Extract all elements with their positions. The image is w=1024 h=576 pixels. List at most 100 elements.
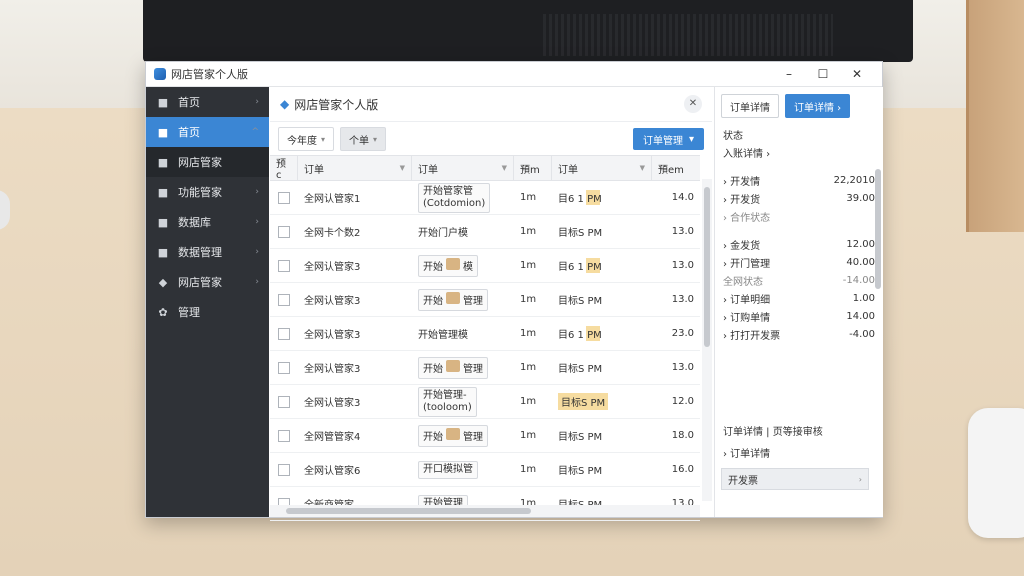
row-qty: 1m: [520, 362, 537, 373]
column-header[interactable]: 預m: [514, 156, 552, 180]
sort-icon: ▼: [399, 164, 405, 172]
row-checkbox[interactable]: [278, 327, 290, 340]
column-header[interactable]: 订单 ▼: [298, 156, 412, 180]
table-row[interactable]: 全网认管家3 开始模 1m 目6 1 PM 13.0: [270, 249, 700, 283]
row-amount: 13.0: [671, 294, 694, 305]
detail-row[interactable]: › 打打开发票 -4.00: [715, 325, 883, 343]
row-name: 全网认管家3: [304, 364, 361, 375]
column-header[interactable]: 订单 ▼: [412, 156, 514, 180]
table-row[interactable]: 全网认管家1 开始管家管 (Cotdomion) 1m 目6 1 PM 14.0: [270, 181, 700, 215]
order-management-button[interactable]: 订单管理 ▾: [632, 128, 704, 150]
detail-label: › 开发货: [723, 194, 761, 206]
sidebar-subitem-shop-manager[interactable]: ■ 网店管家: [146, 147, 269, 177]
row-select-cell: [270, 351, 298, 384]
invoice-dropdown[interactable]: 开发票 ›: [721, 468, 869, 490]
detail-row[interactable]: › 开发货 39.00: [715, 189, 883, 207]
table-header: 预c 订单 ▼ 订单 ▼ 預m 订单 ▼ 預em: [270, 155, 700, 181]
scrollbar-thumb[interactable]: [704, 187, 710, 347]
detail-row[interactable]: › 金发货 12.00: [715, 235, 883, 253]
item-text: 开口模拟管: [418, 460, 478, 479]
detail-value: 1.00: [852, 292, 875, 304]
app-logo-icon: [154, 68, 166, 80]
maximize-button[interactable]: ☐: [806, 67, 840, 81]
scrollbar-thumb[interactable]: [286, 508, 531, 514]
details-panel: 订单详情 订单详情 › 状态 入账详情 › › 开发情 22,2010 › 开发货 3…: [714, 87, 883, 517]
row-checkbox[interactable]: [278, 259, 290, 272]
search-icon: ■: [157, 215, 169, 229]
column-header[interactable]: 订单 ▼: [552, 156, 652, 180]
panel-summary-link[interactable]: › 订单详情: [715, 443, 883, 461]
package-icon: [446, 359, 460, 372]
gear-icon: ✿: [158, 305, 168, 319]
item-chip: 开始 管理: [418, 424, 488, 447]
row-name: 全网认管家1: [304, 194, 361, 205]
row-item: 开始管理: [412, 283, 514, 316]
detail-row[interactable]: 全网状态 -14.00: [715, 271, 883, 289]
table-row[interactable]: 全网卡个数2 开始门户模 1m 目标S PM 13.0: [270, 215, 700, 249]
chevron-right-icon: ›: [255, 217, 259, 227]
detail-row[interactable]: › 订购单情 14.00: [715, 307, 883, 325]
sidebar-item-database[interactable]: ■ 数据库 ›: [146, 207, 269, 237]
item-text: 开始门户模: [418, 228, 468, 239]
detail-value: 14.00: [846, 310, 875, 322]
row-checkbox[interactable]: [278, 225, 290, 238]
sidebar-item-shop-manager[interactable]: ◆ 网店管家 ›: [146, 267, 269, 297]
table-row[interactable]: 全网认管家3 开始管理模 1m 目6 1 PM 23.0: [270, 317, 700, 351]
item-chip: 开始 管理: [418, 356, 488, 379]
row-checkbox[interactable]: [278, 429, 290, 442]
row-checkbox[interactable]: [278, 361, 290, 374]
computer-mouse: [968, 408, 1024, 538]
sidebar: ■ 首页 › ■ 首页 ^ ■ 网店管家 ■ 功能管家 › ■ 数据库 › ■ …: [146, 87, 269, 517]
chevron-right-icon: ›: [255, 97, 259, 107]
chevron-right-icon: ›: [255, 247, 259, 257]
row-amount: 18.0: [671, 430, 694, 441]
row-checkbox[interactable]: [278, 191, 290, 204]
sidebar-item-data-management[interactable]: ■ 数据管理 ›: [146, 237, 269, 267]
table-row[interactable]: 全网认管家3 开始 管理 1m 目标S PM 13.0: [270, 283, 700, 317]
period-filter-dropdown[interactable]: 今年度 ▾: [278, 127, 335, 151]
sidebar-item-settings[interactable]: ✿ 管理: [146, 297, 269, 327]
title-bar: 网店管家个人版 – ☐ ✕: [146, 62, 882, 87]
minimize-button[interactable]: –: [772, 67, 806, 81]
row-checkbox[interactable]: [278, 463, 290, 476]
page-title: 网店管家个人版: [294, 97, 379, 112]
row-amount: 14.0: [671, 192, 694, 203]
column-header[interactable]: 預em: [652, 156, 700, 180]
table-row[interactable]: 全网认管家3 开始 管理 1m 目标S PM 13.0: [270, 351, 700, 385]
column-header-select[interactable]: 预c: [270, 156, 298, 181]
detail-label: › 金发货: [723, 240, 761, 252]
sidebar-item-home-expanded[interactable]: ■ 首页 ^: [146, 117, 269, 147]
horizontal-scrollbar[interactable]: [270, 505, 700, 517]
table-row[interactable]: 全网认管家6 开口模拟管 1m 目标S PM 16.0: [270, 453, 700, 487]
table-body: 全网认管家1 开始管家管 (Cotdomion) 1m 目6 1 PM 14.0 …: [270, 181, 700, 521]
row-time: 目6 1 PM: [552, 317, 652, 350]
panel-subheading[interactable]: 入账详情 ›: [715, 143, 883, 161]
grid-icon: ■: [157, 155, 169, 169]
time-text: 目标S PM: [558, 466, 603, 477]
vertical-scrollbar[interactable]: [702, 179, 712, 501]
row-select-cell: [270, 283, 298, 316]
tab-order-details[interactable]: 订单详情: [721, 94, 779, 118]
row-checkbox[interactable]: [278, 395, 290, 408]
panel-summary: 订单详情 | 页等接审核: [723, 426, 823, 438]
tab-order-details-active[interactable]: 订单详情 ›: [785, 94, 851, 118]
detail-value: 12.00: [846, 238, 875, 250]
detail-row[interactable]: › 订单明细 1.00: [715, 289, 883, 307]
item-text: 开始管理模: [418, 330, 468, 341]
close-tab-button[interactable]: ✕: [684, 95, 702, 113]
close-window-button[interactable]: ✕: [840, 67, 874, 81]
row-time: 目标S PM: [552, 351, 652, 384]
sidebar-item-home[interactable]: ■ 首页 ›: [146, 87, 269, 117]
panel-scrollbar[interactable]: [875, 169, 881, 289]
detail-row[interactable]: › 开发情 22,2010: [715, 171, 883, 189]
row-item: 开始管理: [412, 351, 514, 384]
type-filter-dropdown[interactable]: 个单 ▾: [340, 127, 387, 151]
panel-heading: 状态: [723, 130, 743, 142]
table-row[interactable]: 全网认管家3 开始管理- (tooloom) 1m 目标S PM 12.0: [270, 385, 700, 419]
table-row[interactable]: 全网管管家4 开始 管理 1m 目标S PM 18.0: [270, 419, 700, 453]
row-time: 目6 1 PM: [552, 249, 652, 282]
sidebar-item-features[interactable]: ■ 功能管家 ›: [146, 177, 269, 207]
detail-row[interactable]: › 开门管理 40.00: [715, 253, 883, 271]
row-checkbox[interactable]: [278, 293, 290, 306]
detail-row[interactable]: › 合作状态: [715, 207, 883, 225]
